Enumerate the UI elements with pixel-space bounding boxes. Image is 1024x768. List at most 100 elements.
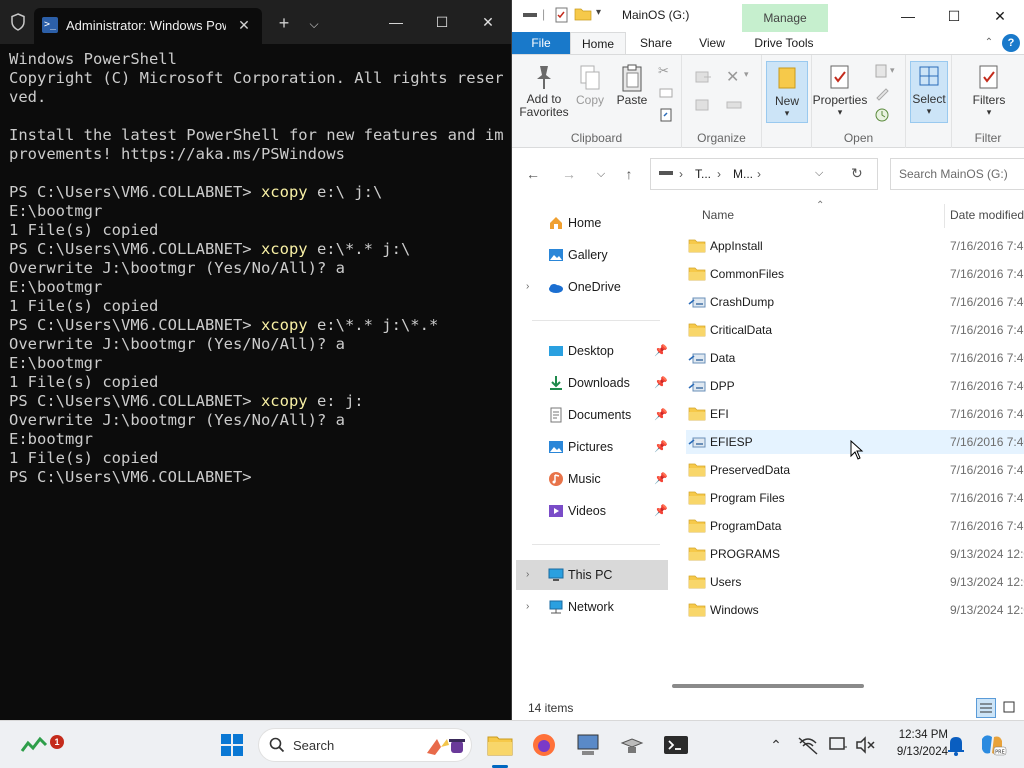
taskbar-search[interactable]: Search [258, 728, 472, 762]
refresh-icon[interactable]: ↻ [851, 165, 863, 182]
file-row[interactable]: EFI 7/16/2016 7:40 [686, 402, 1024, 426]
minimize-button[interactable]: — [376, 8, 416, 36]
address-field[interactable]: › T... › M... › ⌵ ↻ [650, 158, 878, 190]
maximize-button[interactable]: ☐ [422, 8, 462, 36]
network-device-taskbar-button[interactable] [616, 729, 648, 761]
file-row[interactable]: DPP 7/16/2016 7:40 [686, 374, 1024, 398]
new-folder-qat-icon[interactable] [574, 7, 592, 25]
column-header-name[interactable]: Name [702, 208, 734, 222]
open-icon[interactable] [874, 63, 890, 79]
cut-icon[interactable]: ✂ [658, 63, 674, 79]
clock-time[interactable]: 12:34 PM [878, 729, 948, 741]
file-row[interactable]: Windows 9/13/2024 12:0 [686, 598, 1024, 622]
notifications-button[interactable] [940, 729, 972, 761]
new-button[interactable]: New ▾ [766, 61, 808, 123]
pin-icon[interactable]: 📌 [654, 472, 668, 485]
properties-button[interactable]: Properties ▾ [812, 63, 868, 118]
nav-item-this-pc[interactable]: › This PC [516, 560, 668, 590]
widgets-button[interactable]: 1 [18, 729, 64, 761]
tab-view[interactable]: View [684, 32, 740, 54]
file-explorer-window[interactable]: | ▾ MainOS (G:) Manage — ☐ ✕ File Home S… [512, 0, 1024, 720]
terminal-titlebar[interactable]: >_ Administrator: Windows PowerShell ✕ +… [0, 0, 511, 44]
pin-icon[interactable]: 📌 [654, 504, 668, 517]
ribbon-collapse-icon[interactable]: ⌃ [980, 34, 998, 52]
file-row[interactable]: CrashDump 7/16/2016 7:40 [686, 290, 1024, 314]
file-row[interactable]: AppInstall 7/16/2016 7:42 [686, 234, 1024, 258]
file-row[interactable]: PROGRAMS 9/13/2024 12:0 [686, 542, 1024, 566]
tab-home[interactable]: Home [570, 32, 626, 54]
clock-date[interactable]: 9/13/2024 [878, 746, 948, 758]
pin-icon[interactable]: 📌 [654, 376, 668, 389]
select-button[interactable]: Select ▾ [910, 61, 948, 123]
address-dropdown-icon[interactable]: ⌵ [815, 167, 823, 180]
breadcrumb-mainos[interactable]: M... [733, 167, 753, 181]
tab-file[interactable]: File [512, 32, 570, 54]
chevron-right-icon[interactable]: › [526, 281, 529, 292]
large-icons-view-button[interactable] [1000, 698, 1020, 718]
details-view-button[interactable] [976, 698, 996, 718]
help-icon[interactable]: ? [1002, 34, 1020, 52]
file-row[interactable]: Data 7/16/2016 7:40 [686, 346, 1024, 370]
close-button[interactable]: ✕ [978, 2, 1022, 30]
file-row[interactable]: CommonFiles 7/16/2016 7:42 [686, 262, 1024, 286]
copy-path-icon[interactable] [658, 85, 674, 101]
new-tab-button[interactable]: + [272, 12, 296, 36]
file-row[interactable]: ProgramData 7/16/2016 7:42 [686, 514, 1024, 538]
qat-dropdown-icon[interactable]: ▾ [596, 7, 601, 25]
manage-tab[interactable]: Manage [742, 4, 828, 32]
nav-item-videos[interactable]: Videos 📌 [516, 496, 668, 526]
delete-icon[interactable]: ✕ [726, 67, 742, 86]
nav-item-pictures[interactable]: Pictures 📌 [516, 432, 668, 462]
paste-shortcut-icon[interactable] [658, 107, 674, 123]
close-button[interactable]: ✕ [468, 8, 508, 36]
forward-arrow-icon[interactable]: → [558, 164, 580, 184]
file-row[interactable]: Users 9/13/2024 12:0 [686, 570, 1024, 594]
terminal-tab[interactable]: >_ Administrator: Windows PowerShell ✕ [34, 8, 262, 44]
nav-item-desktop[interactable]: Desktop 📌 [516, 336, 668, 366]
up-arrow-icon[interactable]: ↑ [618, 164, 640, 184]
search-box[interactable]: Search MainOS (G:) [890, 158, 1024, 190]
nav-item-network[interactable]: › Network [516, 592, 668, 622]
pin-icon[interactable]: 📌 [654, 408, 668, 421]
tab-close-icon[interactable]: ✕ [234, 15, 254, 35]
pin-icon[interactable]: 📌 [654, 440, 668, 453]
breadcrumb-this-pc[interactable]: T... [695, 167, 711, 181]
explorer-titlebar[interactable]: | ▾ MainOS (G:) Manage — ☐ ✕ [512, 0, 1024, 32]
tab-drive-tools[interactable]: Drive Tools [744, 32, 824, 54]
terminal-output[interactable]: Windows PowerShell Copyright (C) Microsof… [9, 50, 505, 710]
file-row[interactable]: PreservedData 7/16/2016 7:42 [686, 458, 1024, 482]
network-status-icon[interactable] [792, 729, 824, 761]
file-explorer-taskbar-button[interactable] [484, 729, 516, 761]
terminal-taskbar-button[interactable] [660, 729, 692, 761]
recent-locations-icon[interactable]: ⌵ [590, 164, 612, 184]
minimize-button[interactable]: — [886, 2, 930, 30]
open-dropdown-icon[interactable]: ▾ [890, 65, 906, 81]
maximize-button[interactable]: ☐ [932, 2, 976, 30]
chevron-right-icon[interactable]: › [526, 569, 529, 580]
tab-share[interactable]: Share [630, 32, 682, 54]
back-arrow-icon[interactable]: ← [522, 164, 544, 184]
column-separator[interactable] [944, 204, 945, 228]
remote-desktop-taskbar-button[interactable] [572, 729, 604, 761]
properties-qat-icon[interactable] [554, 7, 570, 25]
delete-dropdown-icon[interactable]: ▾ [744, 69, 760, 85]
history-icon[interactable] [874, 107, 890, 123]
firefox-taskbar-button[interactable] [528, 729, 560, 761]
horizontal-scrollbar[interactable] [672, 684, 864, 688]
show-hidden-icons-chevron-icon[interactable]: ⌃ [760, 729, 792, 761]
add-to-favorites-button[interactable]: Add to Favorites [518, 63, 570, 119]
chevron-down-icon[interactable]: ⌵ [302, 12, 326, 36]
nav-item-music[interactable]: Music 📌 [516, 464, 668, 494]
pin-icon[interactable]: 📌 [654, 344, 668, 357]
move-to-icon[interactable] [694, 69, 711, 85]
file-list[interactable]: ⌃ Name Date modified AppInstall 7/16/2016… [672, 200, 1024, 688]
nav-item-documents[interactable]: Documents 📌 [516, 400, 668, 430]
chevron-right-icon[interactable]: › [526, 601, 529, 612]
nav-item-gallery[interactable]: Gallery [516, 240, 668, 270]
nav-item-home[interactable]: Home [516, 208, 668, 238]
file-row[interactable]: CriticalData 7/16/2016 7:42 [686, 318, 1024, 342]
edit-icon[interactable] [874, 85, 890, 101]
paste-button[interactable]: Paste [614, 63, 650, 107]
copy-button[interactable]: Copy [572, 63, 608, 107]
file-row[interactable]: Program Files 7/16/2016 7:42 [686, 486, 1024, 510]
